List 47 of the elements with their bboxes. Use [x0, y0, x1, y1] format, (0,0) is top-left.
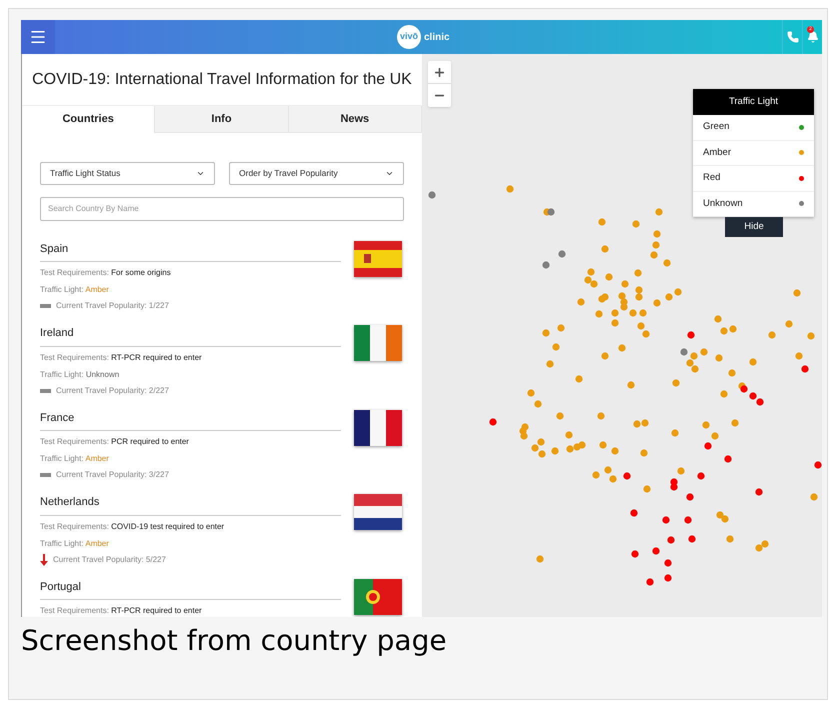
traffic-light-status: Traffic Light: Amber [40, 538, 110, 550]
tab[interactable]: Info [155, 106, 289, 132]
traffic-light-status: Traffic Light: Amber [40, 284, 110, 296]
logo-mark: vivō [397, 25, 421, 49]
travel-popularity: Current Travel Popularity: 5/227 [53, 554, 166, 566]
legend-label: Amber [703, 146, 731, 160]
dash-icon [40, 473, 51, 477]
legend-label: Unknown [703, 196, 743, 211]
country-name: France [40, 410, 341, 431]
country-name: Portugal [40, 578, 341, 600]
test-requirements: Test Requirements: For some origins [40, 267, 172, 279]
country-name: Spain [40, 240, 341, 262]
dash-icon [40, 304, 51, 308]
test-requirements: Test Requirements: RT-PCR required to enter [40, 352, 203, 364]
travel-popularity: Current Travel Popularity: 2/227 [56, 384, 169, 396]
page-title: COVID-19: International Travel Information for the UK [31, 70, 413, 90]
traffic-light-status: Traffic Light: Amber [40, 453, 110, 465]
arrow-down-icon [40, 554, 48, 566]
traffic-light-status: Traffic Light: Unknown [40, 368, 120, 380]
flag-icon [354, 240, 402, 276]
test-requirements: Test Requirements: COVID-19 test required to enter [40, 520, 226, 532]
country-name: Netherlands [40, 494, 341, 516]
flag-icon [354, 494, 402, 530]
flag-icon [354, 578, 402, 614]
plus-icon [433, 66, 446, 78]
menu-icon [29, 28, 47, 46]
logo-text: clinic [424, 30, 450, 44]
travel-popularity: Current Travel Popularity: 3/227 [56, 469, 169, 481]
menu-button[interactable] [21, 20, 55, 54]
search-field[interactable]: Search Country By Name [40, 196, 404, 220]
bell-icon [806, 31, 818, 43]
country-name: Ireland [40, 325, 341, 346]
test-requirements: Test Requirements: PCR required to enter [40, 436, 190, 448]
dash-icon [40, 388, 51, 392]
travel-popularity: Current Travel Popularity: 1/227 [56, 300, 169, 312]
legend-label: Green [703, 120, 730, 134]
tab[interactable]: News [288, 106, 422, 132]
dropdown-select[interactable]: Order by Travel Popularity [229, 162, 404, 184]
legend-title: Traffic Light [693, 89, 814, 115]
caption: Screenshot from country page [21, 623, 448, 659]
phone-icon [786, 31, 798, 43]
legend-label: Red [703, 171, 720, 186]
dropdown-select[interactable]: Traffic Light Status [40, 162, 215, 184]
test-requirements: Test Requirements: RT-PCR required to enter [40, 605, 203, 617]
flag-icon [354, 325, 402, 361]
flag-icon [354, 410, 402, 446]
hide-button[interactable]: Hide [725, 217, 783, 237]
